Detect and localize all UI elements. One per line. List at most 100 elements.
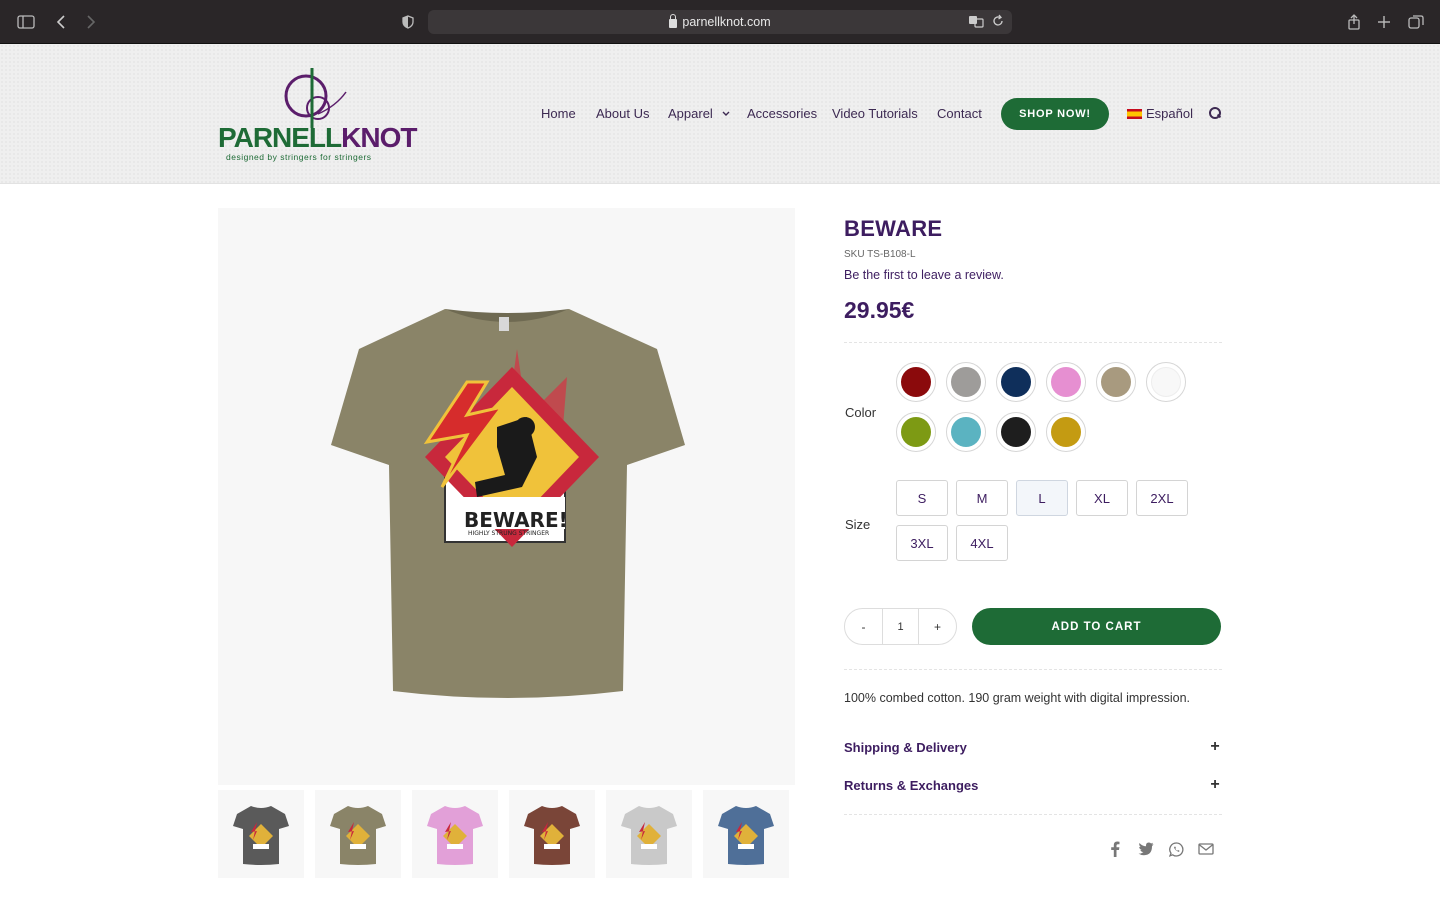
plus-icon: + [1210, 738, 1220, 755]
product-price: 29.95€ [844, 297, 915, 323]
color-swatch[interactable] [1046, 362, 1086, 402]
url-text: parnellknot.com [682, 15, 771, 29]
divider [844, 814, 1222, 815]
color-label: Color [845, 405, 877, 420]
tshirt-thumb-icon [330, 806, 386, 865]
thumbnail[interactable] [703, 790, 789, 878]
color-swatch[interactable] [996, 362, 1036, 402]
color-swatch-fill [1001, 417, 1031, 447]
logo-wordmark: PARNELLKNOT [218, 122, 417, 153]
nav-apparel[interactable]: Apparel [668, 106, 730, 121]
thumbnail[interactable] [315, 790, 401, 878]
language-label: Español [1146, 106, 1193, 121]
quantity-stepper: - 1 + [844, 608, 957, 645]
color-swatch[interactable] [996, 412, 1036, 452]
product-main-image[interactable]: BEWARE! HIGHLY STRUNG STRINGER [218, 208, 795, 785]
email-icon[interactable] [1197, 840, 1215, 858]
chevron-down-icon [722, 111, 730, 116]
translate-icon[interactable] [968, 14, 984, 31]
tshirt-thumb-icon [718, 806, 774, 865]
color-swatch-fill [1051, 367, 1081, 397]
tshirt-thumb-icon [524, 806, 580, 865]
sidebar-toggle-icon[interactable] [16, 12, 36, 32]
nav-video-tutorials[interactable]: Video Tutorials [832, 106, 918, 121]
accordion-returns[interactable]: Returns & Exchanges + [844, 775, 1222, 795]
quantity-increment-button[interactable]: + [919, 609, 956, 644]
thumbnail[interactable] [218, 790, 304, 878]
browser-toolbar: parnellknot.com [0, 0, 1440, 44]
color-swatch-fill [1001, 367, 1031, 397]
accordion-returns-title: Returns & Exchanges [844, 777, 979, 793]
nav-apparel-label: Apparel [668, 106, 713, 121]
size-option[interactable]: 2XL [1136, 480, 1188, 516]
size-option[interactable]: 3XL [896, 525, 948, 561]
twitter-icon[interactable] [1137, 840, 1155, 858]
size-label: Size [845, 517, 871, 532]
back-icon[interactable] [51, 12, 71, 32]
color-swatch[interactable] [896, 362, 936, 402]
color-swatch[interactable] [1096, 362, 1136, 402]
logo-mark [284, 68, 347, 128]
tshirt-thumb-icon [621, 806, 677, 865]
product-title: BEWARE [844, 216, 943, 241]
size-option[interactable]: L [1016, 480, 1068, 516]
privacy-shield-icon[interactable] [398, 12, 418, 32]
size-option[interactable]: M [956, 480, 1008, 516]
tshirt-image [330, 308, 685, 698]
spain-flag-icon [1127, 109, 1142, 119]
forward-icon[interactable] [81, 12, 101, 32]
quantity-input[interactable]: 1 [882, 609, 919, 644]
address-bar[interactable]: parnellknot.com [428, 10, 1012, 34]
review-link[interactable]: Be the first to leave a review. [844, 268, 1004, 282]
color-swatch[interactable] [1046, 412, 1086, 452]
tab-overview-icon[interactable] [1406, 12, 1426, 32]
logo[interactable]: PARNELLKNOT designed by stringers for st… [218, 66, 417, 164]
nav-accessories[interactable]: Accessories [747, 106, 817, 121]
divider [844, 669, 1222, 670]
product-sku: SKU TS-B108-L [844, 249, 916, 260]
product-description: 100% combed cotton. 190 gram weight with… [844, 691, 1191, 705]
thumbnail[interactable] [606, 790, 692, 878]
design-subtitle: HIGHLY STRUNG STRINGER [468, 530, 550, 537]
design-title: BEWARE! [464, 508, 568, 532]
reload-icon[interactable] [992, 14, 1004, 31]
tshirt-thumb-icon [233, 806, 289, 865]
color-swatch[interactable] [1146, 362, 1186, 402]
size-option[interactable]: 4XL [956, 525, 1008, 561]
search-icon[interactable] [1209, 107, 1221, 119]
nav-about[interactable]: About Us [596, 106, 649, 121]
size-option[interactable]: XL [1076, 480, 1128, 516]
tshirt-thumb-icon [427, 806, 483, 865]
nav-contact[interactable]: Contact [937, 106, 982, 121]
color-swatch-fill [1151, 367, 1181, 397]
color-swatch-fill [951, 367, 981, 397]
site-header: PARNELLKNOT designed by stringers for st… [0, 44, 1440, 184]
accordion-shipping-title: Shipping & Delivery [844, 739, 967, 755]
quantity-decrement-button[interactable]: - [845, 609, 882, 644]
color-swatch-fill [1101, 367, 1131, 397]
accordion-shipping[interactable]: Shipping & Delivery + [844, 737, 1222, 757]
whatsapp-icon[interactable] [1167, 840, 1185, 858]
lock-icon [669, 13, 678, 28]
thumbnail-gallery [218, 790, 795, 878]
plus-icon: + [1210, 776, 1220, 793]
thumbnail[interactable] [412, 790, 498, 878]
new-tab-icon[interactable] [1374, 12, 1394, 32]
color-swatch-fill [901, 367, 931, 397]
thumbnail[interactable] [509, 790, 595, 878]
share-icon[interactable] [1344, 12, 1364, 32]
facebook-icon[interactable] [1106, 840, 1124, 858]
nav-home[interactable]: Home [541, 106, 576, 121]
language-switcher[interactable]: Español [1127, 106, 1193, 121]
color-swatch-fill [1051, 417, 1081, 447]
color-swatch-fill [951, 417, 981, 447]
size-option[interactable]: S [896, 480, 948, 516]
color-swatch[interactable] [896, 412, 936, 452]
divider [844, 342, 1222, 343]
color-swatch-fill [901, 417, 931, 447]
color-swatch[interactable] [946, 362, 986, 402]
color-swatch[interactable] [946, 412, 986, 452]
add-to-cart-button[interactable]: ADD TO CART [972, 608, 1221, 645]
logo-tagline: designed by stringers for stringers [226, 152, 372, 162]
shop-now-button[interactable]: SHOP NOW! [1001, 98, 1109, 130]
